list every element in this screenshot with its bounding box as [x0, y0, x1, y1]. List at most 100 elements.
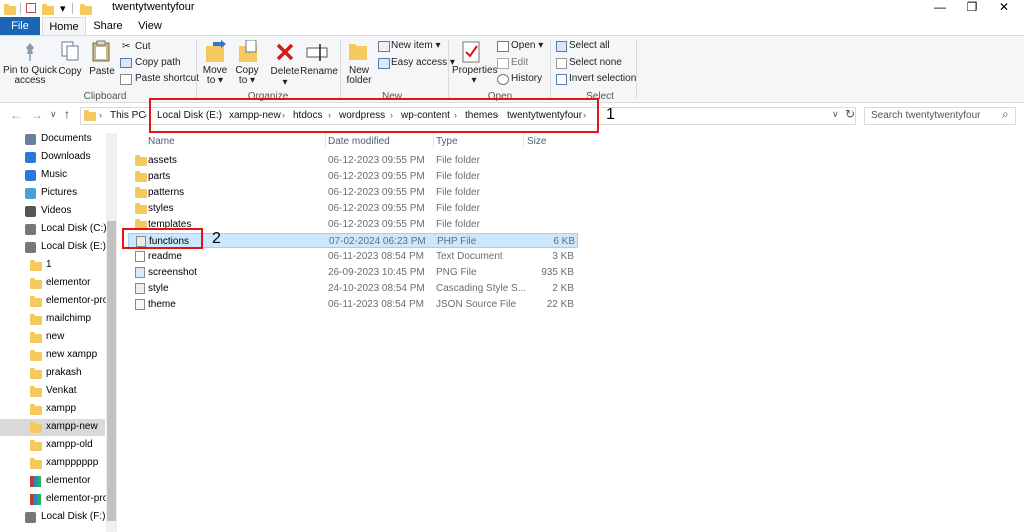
sidebar-item[interactable]: Music — [41, 169, 67, 180]
sidebar-item[interactable]: 1 — [46, 259, 52, 270]
invert-selection-button[interactable]: Invert selection — [569, 73, 636, 84]
file-date: 07-02-2024 06:23 PM — [329, 236, 426, 247]
file-row[interactable]: assets 06-12-2023 09:55 PM File folder — [128, 153, 578, 168]
copy-path-button[interactable]: Copy path — [135, 57, 181, 68]
file-size: 6 KB — [553, 236, 575, 247]
file-type: File folder — [436, 219, 480, 230]
copy-icon — [61, 41, 79, 61]
select-none-button[interactable]: Select none — [569, 57, 622, 68]
search-icon: ⌕ — [1002, 107, 1009, 121]
qa-dropdown-icon[interactable]: ▾ — [60, 2, 66, 15]
sidebar-item[interactable]: elementor — [46, 475, 90, 486]
tab-file[interactable]: File — [0, 17, 40, 35]
clipboard-group-label: Clipboard — [83, 91, 127, 102]
sidebar-item[interactable]: Pictures — [41, 187, 77, 198]
new-folder-qa-icon[interactable] — [42, 4, 54, 15]
new-folder-button[interactable]: New folder — [342, 66, 376, 86]
properties-button[interactable]: Properties ▾ — [452, 66, 498, 86]
folder-icon — [30, 296, 42, 307]
paste-button[interactable]: Paste — [88, 66, 116, 77]
cut-button[interactable]: Cut — [135, 41, 151, 52]
paste-shortcut-button[interactable]: Paste shortcut — [135, 73, 199, 84]
file-size: 22 KB — [546, 299, 574, 310]
sidebar-scrollbar-thumb[interactable] — [107, 221, 116, 521]
maximize-button[interactable]: ❐ — [956, 0, 988, 17]
back-button[interactable]: ← — [10, 108, 22, 122]
breadcrumb-separator: › — [99, 110, 102, 120]
sidebar-item[interactable]: xampppppp — [46, 457, 98, 468]
close-button[interactable]: ✕ — [988, 0, 1020, 17]
file-size: 3 KB — [552, 251, 574, 262]
refresh-button[interactable]: ↻ — [845, 107, 855, 121]
sidebar-item[interactable]: Downloads — [41, 151, 90, 162]
rename-button[interactable]: Rename — [300, 66, 338, 77]
history-button[interactable]: History — [511, 73, 542, 84]
up-button[interactable]: ↑ — [64, 107, 70, 121]
move-to-button[interactable]: Move to ▾ — [200, 66, 230, 86]
annotation-number-1: 1 — [606, 106, 615, 123]
tab-home[interactable]: Home — [42, 17, 86, 35]
sidebar-item[interactable]: elementor-pro — [46, 493, 108, 504]
sidebar-item[interactable]: Local Disk (C:) — [41, 223, 107, 234]
copy-to-button[interactable]: Copy to ▾ — [232, 66, 262, 86]
file-name: parts — [148, 171, 171, 182]
file-row[interactable]: patterns 06-12-2023 09:55 PM File folder — [128, 185, 578, 200]
folder-file-icon — [135, 203, 147, 214]
sidebar-item[interactable]: Venkat — [46, 385, 77, 396]
copy-button[interactable]: Copy — [56, 66, 84, 77]
folder-icon — [30, 440, 42, 451]
search-input[interactable]: Search twentytwentyfour — [864, 107, 1016, 125]
tab-view[interactable]: View — [130, 17, 170, 35]
sidebar-item[interactable]: new — [46, 331, 64, 342]
sidebar-item[interactable]: elementor — [46, 277, 90, 288]
sidebar-item[interactable]: xampp-old — [46, 439, 93, 450]
delete-icon — [276, 43, 294, 61]
new-item-button[interactable]: New item ▾ — [391, 40, 440, 51]
file-row[interactable]: theme 06-11-2023 08:54 PM JSON Source File… — [128, 297, 578, 312]
sidebar-item[interactable]: Local Disk (F:) — [41, 511, 105, 522]
forward-button[interactable]: → — [31, 108, 43, 122]
pin-quick-access-button[interactable]: Pin to Quick access — [2, 66, 58, 86]
file-row[interactable]: readme 06-11-2023 08:54 PM Text Document 3 … — [128, 249, 578, 264]
properties-qa-icon[interactable] — [26, 3, 36, 13]
column-header-size[interactable]: Size — [527, 136, 546, 147]
image-file-icon — [135, 267, 145, 278]
column-header-name[interactable]: Name — [148, 136, 175, 147]
sidebar-item[interactable]: xampp — [46, 403, 76, 414]
easy-access-button[interactable]: Easy access ▾ — [391, 57, 455, 68]
recent-locations-button[interactable]: ∨ — [50, 109, 57, 120]
sidebar-item[interactable]: new xampp — [46, 349, 97, 360]
file-row[interactable]: styles 06-12-2023 09:55 PM File folder — [128, 201, 578, 216]
sidebar-item[interactable]: xampp-new — [46, 421, 98, 432]
annotation-box-address — [149, 98, 599, 133]
folder-icon — [30, 422, 42, 433]
divider — [448, 40, 449, 98]
column-header-type[interactable]: Type — [436, 136, 458, 147]
folder-icon — [30, 332, 42, 343]
file-date: 06-12-2023 09:55 PM — [328, 203, 425, 214]
archive-icon — [30, 476, 41, 487]
sidebar-item[interactable]: prakash — [46, 367, 82, 378]
open-button[interactable]: Open ▾ — [511, 40, 543, 51]
tab-share[interactable]: Share — [88, 17, 128, 35]
breadcrumb-this-pc[interactable]: This PC — [110, 110, 146, 121]
delete-button[interactable]: Delete ▾ — [268, 66, 302, 88]
sidebar-item[interactable]: Documents — [41, 133, 92, 144]
sidebar-item[interactable]: mailchimp — [46, 313, 91, 324]
drive-icon — [25, 224, 36, 235]
file-type: PHP File — [437, 236, 477, 247]
address-dropdown-button[interactable]: ∨ — [832, 109, 839, 120]
window-title: twentytwentyfour — [112, 1, 195, 13]
column-header-date[interactable]: Date modified — [328, 136, 390, 147]
file-date: 26-09-2023 10:45 PM — [328, 267, 425, 278]
select-all-button[interactable]: Select all — [569, 40, 610, 51]
edit-button[interactable]: Edit — [511, 57, 528, 68]
file-row[interactable]: style 24-10-2023 08:54 PM Cascading Style … — [128, 281, 578, 296]
sidebar-item[interactable]: Videos — [41, 205, 71, 216]
drive-icon — [25, 242, 36, 253]
sidebar-item[interactable]: elementor-pro — [46, 295, 108, 306]
file-row[interactable]: parts 06-12-2023 09:55 PM File folder — [128, 169, 578, 184]
file-row[interactable]: screenshot 26-09-2023 10:45 PM PNG File 935… — [128, 265, 578, 280]
minimize-button[interactable]: — — [924, 0, 956, 17]
sidebar-item[interactable]: Local Disk (E:) — [41, 241, 106, 252]
